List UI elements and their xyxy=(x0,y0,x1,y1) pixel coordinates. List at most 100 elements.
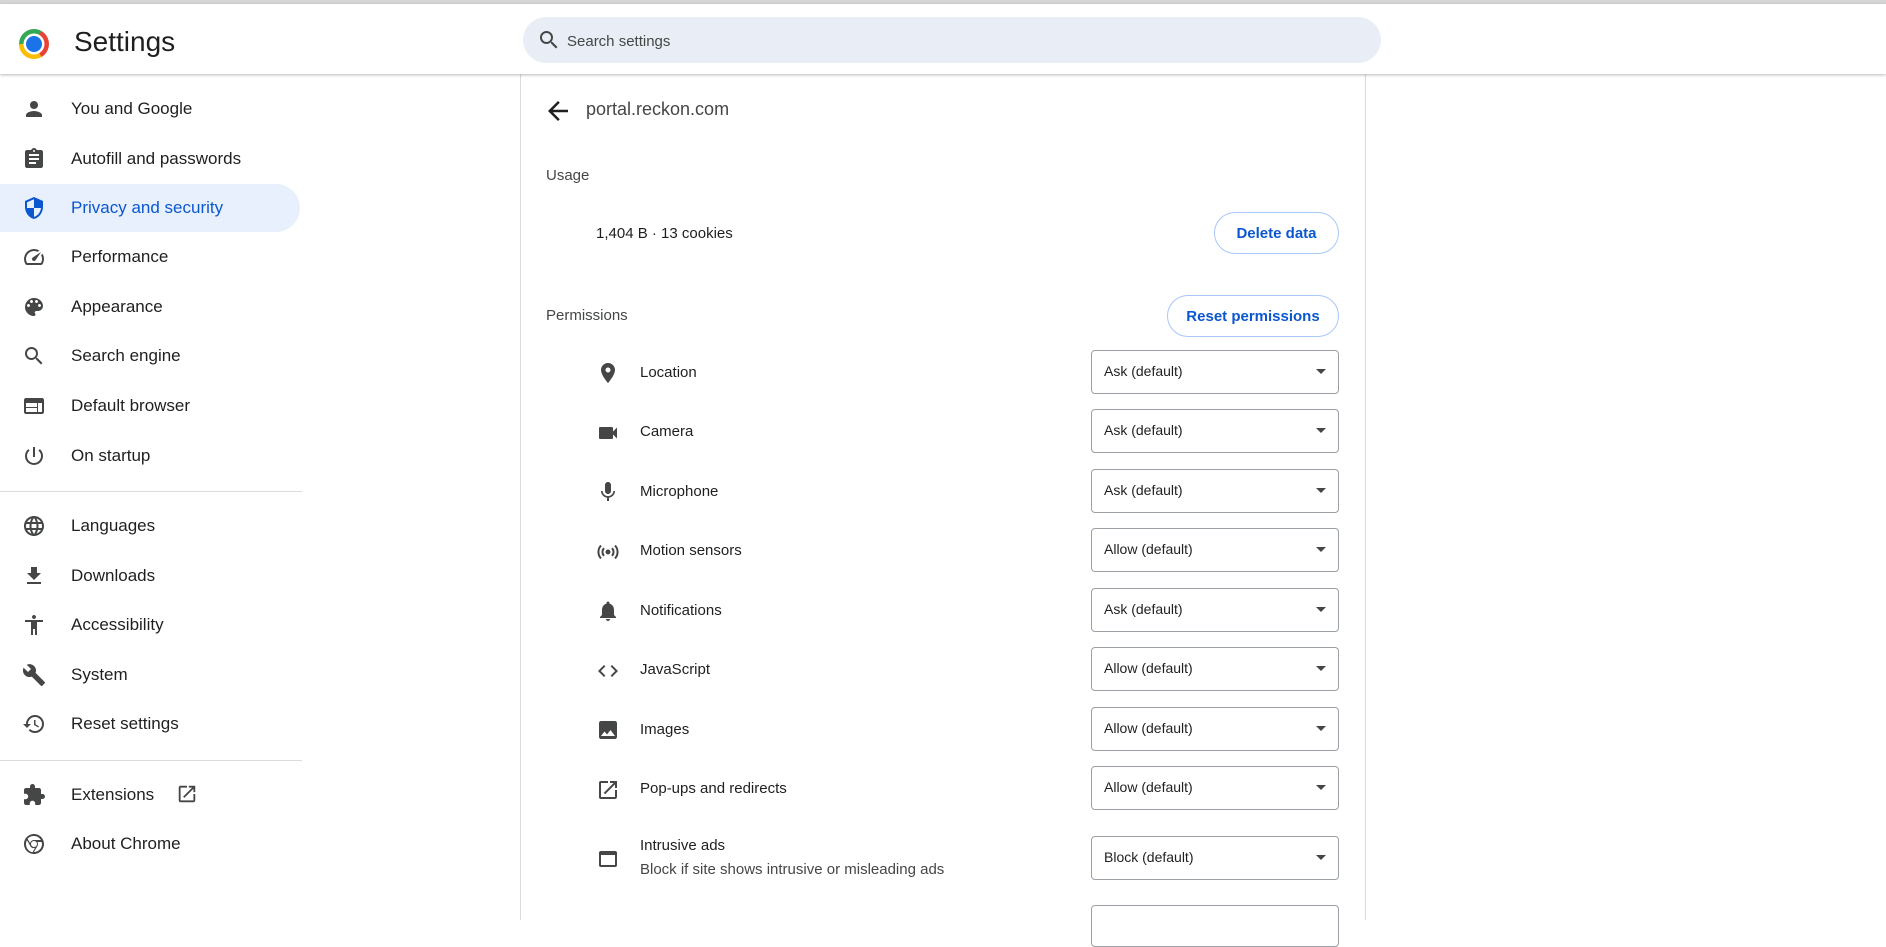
site-details-panel: portal.reckon.com Usage 1,404 B · 13 coo… xyxy=(520,74,1366,947)
camera-select-value: Ask (default) xyxy=(1104,422,1183,438)
shield-icon xyxy=(25,197,43,219)
chevron-down-icon xyxy=(1316,785,1326,790)
permission-label-images: Images xyxy=(640,721,690,738)
chevron-down-icon xyxy=(1316,607,1326,612)
ad-window-icon xyxy=(599,851,617,867)
accessibility-icon xyxy=(25,615,43,635)
puzzle-icon xyxy=(24,784,45,805)
images-select-value: Allow (default) xyxy=(1104,720,1193,736)
globe-icon xyxy=(24,516,44,536)
permission-label-camera: Camera xyxy=(640,423,694,440)
javascript-select[interactable]: Allow (default) xyxy=(1091,647,1339,691)
microphone-select[interactable]: Ask (default) xyxy=(1091,469,1339,513)
sidebar-item-accessibility[interactable]: Accessibility xyxy=(0,601,300,649)
microphone-select-value: Ask (default) xyxy=(1104,482,1183,498)
sidebar-item-performance[interactable]: Performance xyxy=(0,233,300,281)
sidebar-item-label: Downloads xyxy=(71,566,156,585)
chevron-down-icon xyxy=(1316,488,1326,493)
camera-icon xyxy=(599,427,617,439)
usage-summary: 1,404 B · 13 cookies xyxy=(596,225,733,242)
delete-data-button[interactable]: Delete data xyxy=(1214,212,1339,254)
sidebar-item-about-chrome[interactable]: About Chrome xyxy=(0,820,300,868)
next-permission-select[interactable] xyxy=(1091,905,1339,947)
site-title: portal.reckon.com xyxy=(586,99,730,119)
download-icon xyxy=(27,567,41,584)
chevron-down-icon xyxy=(1316,547,1326,552)
power-icon xyxy=(24,447,43,465)
chevron-down-icon xyxy=(1316,666,1326,671)
permission-label-location: Location xyxy=(640,364,697,381)
image-icon xyxy=(599,721,617,739)
motion-sensor-icon xyxy=(597,544,619,560)
sidebar-item-extensions[interactable]: Extensions xyxy=(0,771,300,819)
sidebar-item-label: Reset settings xyxy=(71,714,179,733)
sidebar-item-appearance[interactable]: Appearance xyxy=(0,283,300,331)
intrusive-ads-select-value: Block (default) xyxy=(1104,849,1194,865)
sidebar: You and Google Autofill and passwords Pr… xyxy=(0,74,302,920)
sidebar-item-privacy[interactable]: Privacy and security xyxy=(0,184,300,232)
sidebar-divider xyxy=(0,491,302,492)
microphone-icon xyxy=(601,482,615,501)
sidebar-item-label: Extensions xyxy=(71,785,155,804)
notifications-select[interactable]: Ask (default) xyxy=(1091,588,1339,632)
location-select[interactable]: Ask (default) xyxy=(1091,350,1339,394)
chrome-logo-icon xyxy=(19,29,49,59)
permission-sublabel-intrusive-ads: Block if site shows intrusive or mislead… xyxy=(640,861,945,878)
bell-icon xyxy=(600,601,616,621)
history-icon xyxy=(23,715,44,733)
sidebar-item-default-browser[interactable]: Default browser xyxy=(0,382,300,430)
sidebar-item-autofill[interactable]: Autofill and passwords xyxy=(0,135,300,183)
sidebar-item-reset-settings[interactable]: Reset settings xyxy=(0,700,300,748)
permissions-heading: Permissions xyxy=(546,307,628,324)
sidebar-item-label: Search engine xyxy=(71,346,181,365)
chevron-down-icon xyxy=(1316,855,1326,860)
person-icon xyxy=(26,101,42,117)
search-icon xyxy=(25,347,43,365)
code-icon xyxy=(598,665,618,677)
search-box[interactable] xyxy=(523,17,1381,65)
search-input[interactable] xyxy=(565,17,1349,65)
sidebar-item-search-engine[interactable]: Search engine xyxy=(0,332,300,380)
intrusive-ads-select[interactable]: Block (default) xyxy=(1091,836,1339,880)
permission-label-popups: Pop-ups and redirects xyxy=(640,780,787,797)
open-external-icon xyxy=(599,781,617,799)
sidebar-item-label: Autofill and passwords xyxy=(71,149,242,168)
sidebar-item-downloads[interactable]: Downloads xyxy=(0,552,300,600)
permission-label-javascript: JavaScript xyxy=(640,661,711,678)
camera-select[interactable]: Ask (default) xyxy=(1091,409,1339,453)
browser-window-icon xyxy=(24,398,44,414)
permission-label-intrusive-ads: Intrusive ads xyxy=(640,837,726,854)
chevron-down-icon xyxy=(1316,428,1326,433)
sidebar-item-label: On startup xyxy=(71,446,151,465)
chrome-icon xyxy=(24,834,44,854)
permission-label-motion-sensors: Motion sensors xyxy=(640,542,742,559)
sidebar-item-languages[interactable]: Languages xyxy=(0,502,300,550)
sidebar-item-system[interactable]: System xyxy=(0,651,300,699)
sidebar-item-on-startup[interactable]: On startup xyxy=(0,432,300,480)
search-icon xyxy=(540,31,558,49)
sidebar-item-label: You and Google xyxy=(71,99,193,118)
clipboard-icon xyxy=(25,148,43,168)
sidebar-item-you-and-google[interactable]: You and Google xyxy=(0,85,300,133)
chevron-down-icon xyxy=(1316,726,1326,731)
permission-label-microphone: Microphone xyxy=(640,483,719,500)
permission-label-notifications: Notifications xyxy=(640,602,722,619)
sidebar-divider xyxy=(0,760,302,761)
reset-permissions-button[interactable]: Reset permissions xyxy=(1167,295,1339,337)
javascript-select-value: Allow (default) xyxy=(1104,660,1193,676)
palette-icon xyxy=(25,298,43,316)
chevron-down-icon xyxy=(1316,369,1326,374)
sidebar-item-label: Performance xyxy=(71,247,169,266)
sidebar-item-label: System xyxy=(71,665,128,684)
motion-sensors-select[interactable]: Allow (default) xyxy=(1091,528,1339,572)
sidebar-item-label: Default browser xyxy=(71,396,191,415)
images-select[interactable]: Allow (default) xyxy=(1091,707,1339,751)
back-arrow-icon[interactable] xyxy=(543,96,573,126)
popups-select[interactable]: Allow (default) xyxy=(1091,766,1339,810)
sidebar-item-label: Appearance xyxy=(71,297,163,316)
sidebar-item-label: About Chrome xyxy=(71,834,181,853)
location-select-value: Ask (default) xyxy=(1104,363,1183,379)
sidebar-item-label: Languages xyxy=(71,516,156,535)
motion-sensors-select-value: Allow (default) xyxy=(1104,541,1193,557)
popups-select-value: Allow (default) xyxy=(1104,779,1193,795)
